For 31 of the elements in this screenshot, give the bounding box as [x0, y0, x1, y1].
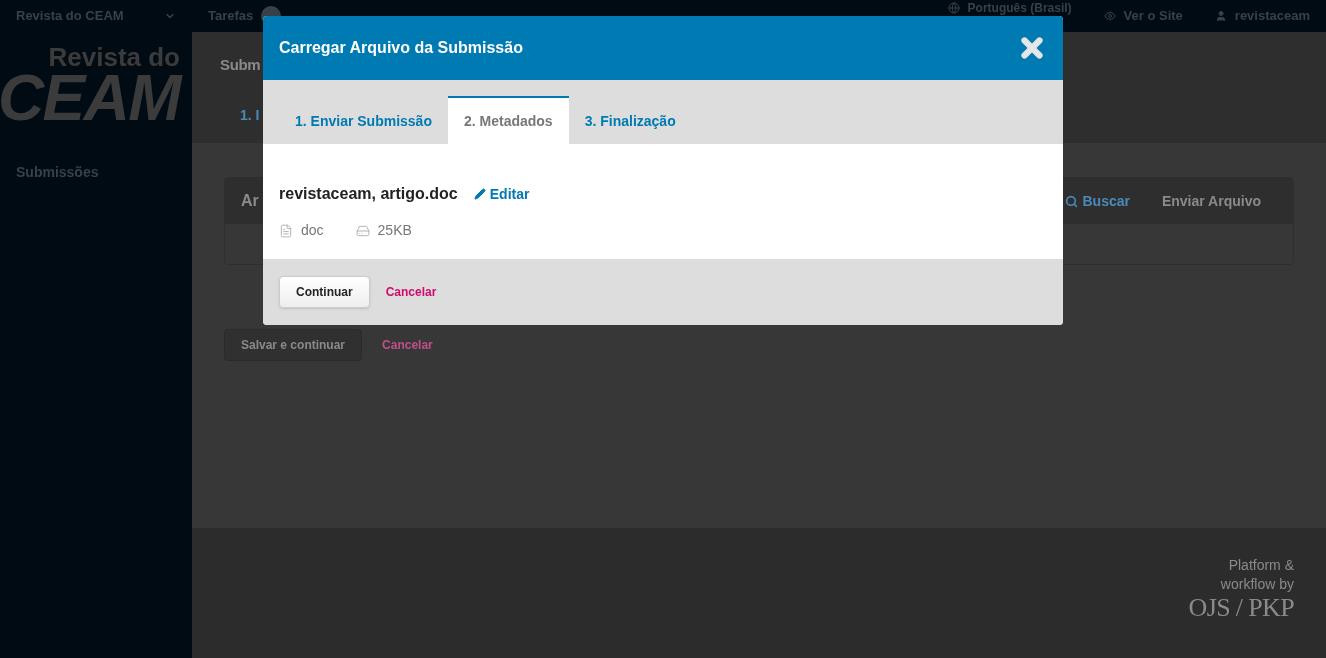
dialog-tab[interactable]: 3. Finalização [568, 96, 692, 144]
cancel-link[interactable]: Cancelar [385, 283, 437, 301]
cancel-link[interactable]: Cancelar [382, 336, 433, 354]
search-button[interactable]: Buscar [1049, 190, 1146, 212]
drive-icon [355, 223, 370, 238]
file-name: revistaceam, artigo.doc [279, 184, 458, 204]
footer-text: Platform & [1228, 556, 1294, 575]
file-type: doc [301, 221, 324, 240]
search-icon [1065, 194, 1079, 208]
pencil-icon [473, 188, 486, 200]
sidebar-item[interactable]: Submissões [0, 150, 192, 195]
file-size: 25KB [377, 221, 412, 240]
view-site-link[interactable]: Ver o Site [1087, 0, 1199, 32]
footer-text: workflow by [1220, 575, 1294, 594]
globe-icon [947, 2, 960, 14]
dialog-tab[interactable]: 1. Enviar Submissão [279, 96, 448, 144]
upload-file-button[interactable]: Enviar Arquivo [1145, 190, 1277, 212]
card-title: Ar [241, 191, 259, 211]
user-icon [1214, 10, 1227, 22]
language-menu[interactable]: Português (Brasil) [931, 1, 1088, 15]
journal-menu[interactable]: Revista do CEAM [0, 0, 192, 32]
continue-button[interactable]: Continuar [279, 276, 370, 308]
dialog-title: Carregar Arquivo da Submissão [279, 38, 523, 58]
save-continue-button[interactable]: Salvar e continuar [224, 329, 363, 361]
edit-link[interactable]: Editar [473, 183, 530, 205]
user-menu[interactable]: revistaceam [1198, 0, 1326, 32]
page-title: Subm [220, 55, 262, 75]
dialog-tab[interactable]: 2. Metadados [447, 96, 569, 144]
ojs-pkp-logo[interactable]: OJS / PKP [1188, 594, 1294, 622]
eye-icon [1103, 10, 1116, 22]
journal-logo: Revista do CEAM [0, 32, 192, 150]
